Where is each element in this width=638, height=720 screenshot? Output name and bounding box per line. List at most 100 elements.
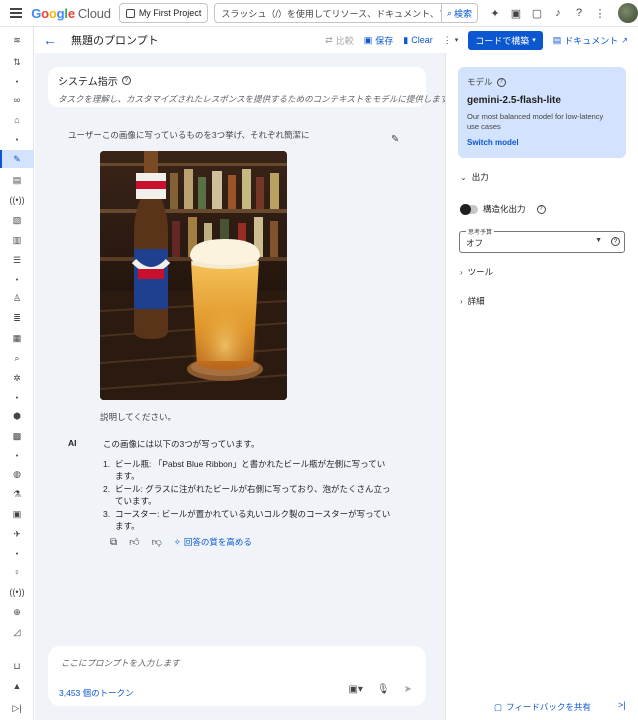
nav-hub-icon[interactable]: ✲ <box>0 369 34 387</box>
structured-output-label: 構造化出力 <box>483 204 526 214</box>
nav-library-icon[interactable]: ▥ <box>0 231 34 249</box>
build-with-code-button[interactable]: コードで構築 ▾ <box>468 30 543 50</box>
gift-icon[interactable]: ▣ <box>509 6 523 20</box>
nav-agent-icon[interactable]: ♙ <box>0 289 34 307</box>
nav-home-icon[interactable]: ⇅ <box>0 53 34 71</box>
open-in-new-icon: ↗ <box>621 35 628 45</box>
nav-studio-icon[interactable]: ✎ <box>0 150 34 168</box>
user-message-text: ユーザーこの画像に写っているものを3つ挙げ、それぞれ簡潔に <box>68 130 310 140</box>
save-button[interactable]: ▣ 保存 <box>364 34 394 47</box>
nav-tune-icon[interactable]: ☰ <box>0 251 34 269</box>
back-arrow-icon[interactable]: ← <box>43 32 57 48</box>
expand-nav-icon[interactable]: ▷| <box>0 699 34 717</box>
list-item-text: コースター: ビールが置かれている丸いコルク製のコースターが写っています。 <box>115 509 391 531</box>
save-label: 保存 <box>375 35 394 46</box>
user-message-followup: 説明してください。 <box>100 412 176 422</box>
nav-models-icon[interactable]: ⌂ <box>0 111 34 129</box>
nav-security-icon[interactable]: ⊕ <box>0 603 34 621</box>
vertex-ai-logo-icon[interactable]: ≋ <box>0 31 34 49</box>
response-actions: ⧉ 👍︎ 👎︎ ✧ 回答の質を高める <box>110 536 252 549</box>
details-label: 詳細 <box>467 296 485 306</box>
notifications-icon[interactable]: ♪ <box>551 6 565 20</box>
system-instructions-card[interactable]: システム指示 ? タスクを理解し、カスタマイズされたレスポンスを提供するためのコ… <box>48 67 448 107</box>
edit-icon[interactable]: ✎ <box>391 134 399 145</box>
search-input[interactable]: スラッシュ（/）を使用してリソース、ドキュメント、プロダク <box>214 3 442 23</box>
docs-link[interactable]: ▤ ドキュメント ↗ <box>553 34 628 47</box>
delete-icon: ▮ <box>403 34 409 45</box>
help-icon[interactable]: ? <box>572 6 586 20</box>
page-title: 無題のプロンプト <box>71 35 159 47</box>
nav-link-icon[interactable]: ∞ <box>0 91 34 109</box>
nav-gallery-icon[interactable]: ▧ <box>0 211 34 229</box>
nav-analytics-icon[interactable]: ◿ <box>0 623 34 641</box>
model-label: モデル <box>467 77 493 87</box>
nav-training-icon[interactable]: ◍ <box>0 465 34 483</box>
nav-marketplace-icon[interactable]: ⊔ <box>0 657 34 675</box>
compare-label: 比較 <box>335 35 354 46</box>
nav-learn-icon[interactable]: ▲ <box>0 677 34 695</box>
nav-live-icon[interactable]: ((•)) <box>0 191 34 209</box>
model-card: モデル ? gemini-2.5-flash-lite Our most bal… <box>458 67 626 158</box>
output-section-toggle[interactable]: ⌄ 出力 <box>460 171 489 183</box>
compare-button[interactable]: ⇄ 比較 <box>325 34 354 47</box>
help-icon[interactable]: ? <box>121 76 131 85</box>
help-icon[interactable]: ? <box>496 77 506 87</box>
switch-model-button[interactable]: Switch model <box>467 138 617 147</box>
structured-output-toggle[interactable] <box>460 203 478 215</box>
nav-ideas-icon[interactable]: ♀ <box>0 563 34 581</box>
nav-media-icon[interactable]: ▤ <box>0 171 34 189</box>
tools-label: ツール <box>467 267 494 277</box>
nav-registry-icon[interactable]: ▣ <box>0 505 34 523</box>
ai-response-list: 1. ビール瓶: 「Pabst Blue Ribbon」と書かれたビール瓶が左側… <box>103 458 393 533</box>
thumbs-up-icon[interactable]: 👍︎ <box>129 536 139 548</box>
nav-monitoring-icon[interactable]: ((•)) <box>0 583 34 601</box>
list-item-text: ビール瓶: 「Pabst Blue Ribbon」と書かれたビール瓶が左側に写っ… <box>115 459 386 481</box>
tools-section-toggle[interactable]: › ツール <box>460 266 493 278</box>
google-cloud-logo[interactable]: Google Cloud <box>31 6 111 21</box>
system-instructions-input[interactable]: タスクを理解し、カスタマイズされたレスポンスを提供するためのコンテキストをモデル… <box>58 93 448 105</box>
insert-media-icon[interactable]: ▣▾ <box>348 684 362 695</box>
menu-icon[interactable] <box>4 1 27 25</box>
project-name: My First Project <box>138 8 202 18</box>
nav-experiments-icon[interactable]: ⚗ <box>0 485 34 503</box>
nav-separator-dot-icon: • <box>15 276 19 284</box>
help-icon[interactable]: ? <box>536 204 546 214</box>
clear-button[interactable]: ▮ Clear <box>403 35 432 46</box>
terminal-icon[interactable]: ▢ <box>530 6 544 20</box>
project-selector[interactable]: My First Project <box>118 3 209 23</box>
improve-response-button[interactable]: ✧ 回答の質を高める <box>174 536 252 548</box>
copy-icon[interactable]: ⧉ <box>110 537 117 548</box>
thinking-budget-select[interactable]: 思考予算 オフ ▼ ? <box>459 227 625 253</box>
nav-dataset-icon[interactable]: ▩ <box>0 427 34 445</box>
prompt-input[interactable]: ここにプロンプトを入力します <box>61 657 180 669</box>
nav-cube-icon[interactable]: ⬢ <box>0 407 34 425</box>
chat-area: システム指示 ? タスクを理解し、カスタマイズされたレスポンスを提供するためのコ… <box>35 53 448 720</box>
thumbs-down-icon[interactable]: 👎︎ <box>152 536 162 548</box>
gemini-icon[interactable]: ✦ <box>488 6 502 20</box>
details-section-toggle[interactable]: › 詳細 <box>460 295 485 307</box>
prompt-header: ← 無題のプロンプト ⇄ 比較 ▣ 保存 ▮ Clear ⋮ ▾ コードで構築 … <box>35 27 638 53</box>
search-button-label: 検索 <box>453 8 472 19</box>
microphone-icon[interactable]: 🎙︎ <box>377 684 390 695</box>
search-button[interactable]: ⌕ 検索 <box>441 3 478 23</box>
list-item: 1. ビール瓶: 「Pabst Blue Ribbon」と書かれたビール瓶が左側… <box>103 458 393 482</box>
more-options-button[interactable]: ⋮ ▾ <box>443 35 459 46</box>
nav-docs-icon[interactable]: ▦ <box>0 329 34 347</box>
chevron-right-icon: › <box>460 296 463 306</box>
chevron-down-icon: ⌄ <box>460 172 467 182</box>
prompt-input-card[interactable]: ここにプロンプトを入力します 3,453 個のトークン ▣▾ 🎙︎ ➤ <box>48 646 426 706</box>
help-icon[interactable]: ? <box>611 237 620 246</box>
collapse-panel-icon[interactable]: >| <box>618 700 626 710</box>
thinking-budget-value: オフ <box>466 238 484 248</box>
nav-database-icon[interactable]: ≣ <box>0 309 34 327</box>
nav-deploy-icon[interactable]: ✈ <box>0 525 34 543</box>
ai-intro-text: この画像には以下の3つが写っています。 <box>103 439 260 449</box>
dropdown-arrow-icon: ▼ <box>595 237 602 244</box>
more-vert-icon[interactable]: ⋮ <box>593 6 607 20</box>
search-icon: ⌕ <box>446 7 452 18</box>
nav-separator-dot-icon: • <box>15 78 19 86</box>
send-icon[interactable]: ➤ <box>404 684 412 695</box>
nav-search-icon[interactable]: ⌕ <box>0 349 34 367</box>
share-feedback-button[interactable]: ▢ フィードバックを共有 <box>494 701 591 713</box>
avatar[interactable] <box>618 3 638 23</box>
